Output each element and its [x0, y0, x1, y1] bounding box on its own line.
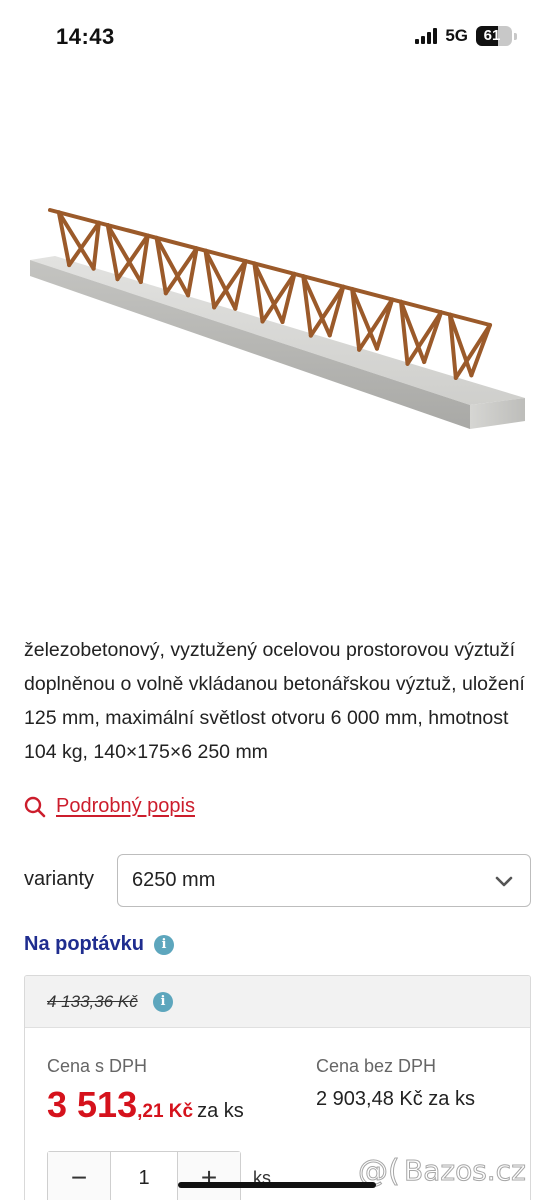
price-integer: 3 513 — [47, 1084, 138, 1125]
battery-nub — [514, 32, 517, 40]
price-box-header: 4 133,36 Kč i — [25, 976, 530, 1028]
variants-label: varianty — [24, 868, 95, 890]
info-icon[interactable]: i — [154, 934, 175, 955]
availability-label: Na poptávku — [24, 933, 145, 955]
price-per-unit: za ks — [197, 1100, 244, 1122]
concrete-lintel-illustration — [30, 208, 525, 429]
quantity-stepper: − 1 + — [47, 1151, 241, 1200]
price-without-vat: 2 903,48 Kč za ks — [316, 1088, 475, 1110]
status-icons: 5G 61 — [415, 26, 517, 46]
old-price: 4 133,36 Kč — [47, 992, 138, 1011]
detailed-description-label[interactable]: Podrobný popis — [56, 795, 195, 818]
search-icon — [24, 796, 46, 817]
variants-select[interactable]: 6250 mm — [117, 854, 531, 907]
product-description: železobetonový, vyztužený ocelovou prost… — [24, 639, 525, 763]
battery-percent: 61 — [483, 27, 501, 44]
variants-selected-value: 6250 mm — [132, 869, 216, 891]
quantity-input[interactable]: 1 — [110, 1152, 178, 1200]
chevron-down-icon — [495, 876, 513, 887]
product-image[interactable] — [0, 120, 555, 590]
decrease-quantity-button[interactable]: − — [48, 1152, 110, 1200]
price-without-vat-label: Cena bez DPH — [316, 1056, 437, 1076]
detailed-description-link[interactable]: Podrobný popis — [24, 795, 195, 818]
info-icon[interactable]: i — [153, 992, 173, 1012]
bazos-watermark: @( Bazos.cz — [356, 1152, 527, 1188]
network-type: 5G — [445, 26, 468, 45]
battery-icon: 61 — [476, 26, 512, 46]
truss-diagonal — [374, 297, 395, 351]
availability-status: Na poptávku i — [24, 933, 175, 956]
status-time: 14:43 — [56, 24, 115, 49]
price-with-vat: 3 513,21 Kč za ks — [47, 1084, 244, 1126]
price-decimal: ,21 Kč — [137, 1101, 194, 1122]
watermark-text: Bazos.cz — [404, 1153, 527, 1187]
cellular-signal-icon — [415, 28, 438, 44]
status-bar: 14:43 5G 61 — [0, 0, 555, 75]
increase-quantity-button[interactable]: + — [178, 1152, 240, 1200]
home-indicator[interactable] — [178, 1182, 376, 1188]
price-with-vat-label: Cena s DPH — [47, 1056, 148, 1076]
